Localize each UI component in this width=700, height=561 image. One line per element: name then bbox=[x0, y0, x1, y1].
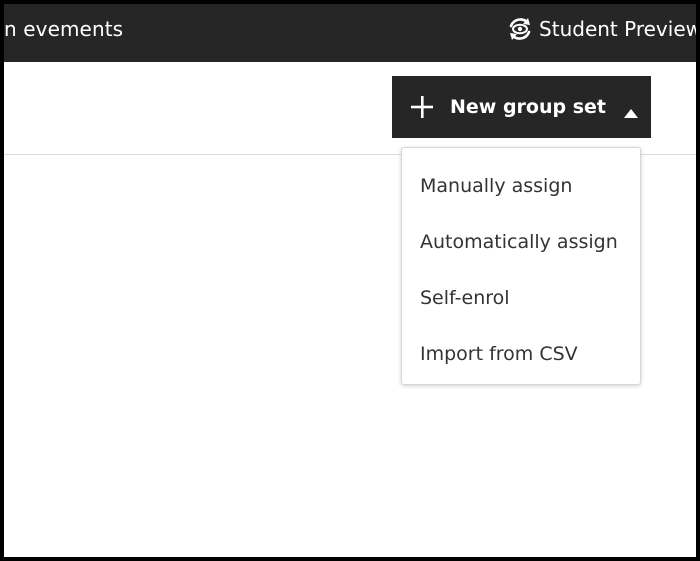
student-preview-label: Student Preview bbox=[539, 17, 700, 41]
menu-item-manually-assign[interactable]: Manually assign bbox=[402, 160, 640, 216]
menu-item-self-enrol[interactable]: Self-enrol bbox=[402, 272, 640, 328]
top-header-bar: n evements Student Preview bbox=[4, 4, 700, 62]
menu-item-import-from-csv[interactable]: Import from CSV bbox=[402, 328, 640, 384]
new-group-set-menu: Manually assign Automatically assign Sel… bbox=[401, 147, 641, 385]
app-window: n evements Student Preview New group set… bbox=[0, 0, 700, 561]
plus-icon bbox=[410, 95, 434, 119]
new-group-set-label: New group set bbox=[450, 96, 606, 118]
student-preview-button[interactable]: Student Preview bbox=[507, 15, 700, 43]
menu-item-automatically-assign[interactable]: Automatically assign bbox=[402, 216, 640, 272]
refresh-eye-icon bbox=[507, 16, 533, 42]
nav-item-achievements[interactable]: n evements bbox=[4, 16, 123, 42]
group-sets-toolbar: New group set bbox=[4, 62, 696, 155]
caret-up-icon bbox=[624, 102, 638, 118]
new-group-set-button[interactable]: New group set bbox=[392, 76, 651, 138]
